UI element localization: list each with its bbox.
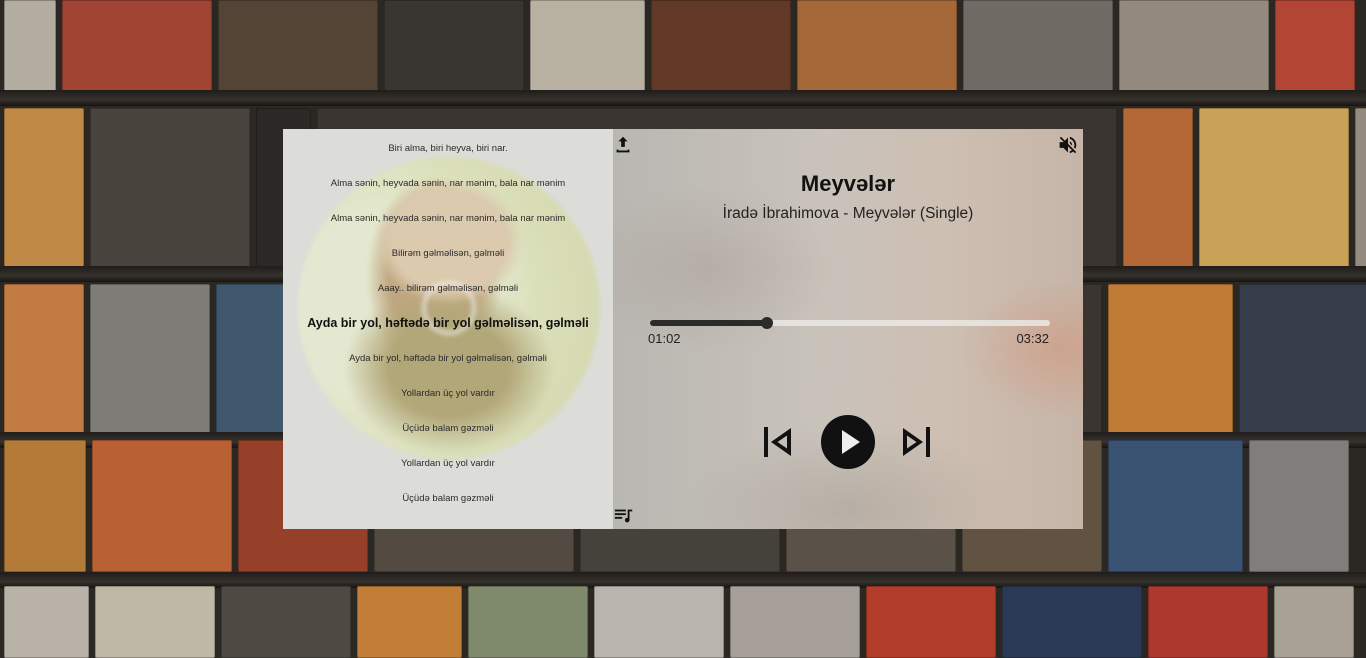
now-playing-panel: Meyvələr İradə İbrahimova - Meyvələr (Si… (613, 129, 1083, 529)
progress-thumb[interactable] (760, 317, 773, 329)
lyrics-panel: Biri alma, biri heyva, biri nar. Alma sə… (283, 129, 613, 529)
skip-previous-icon[interactable] (761, 425, 795, 459)
lyric-line[interactable]: Yollardan üç yol vardır (283, 388, 613, 399)
lyric-line[interactable]: Üçüdə balam gəzməli (283, 423, 613, 434)
playback-controls (613, 415, 1083, 469)
lyric-line[interactable]: Alma sənin, heyvada sənin, nar mənim, ba… (283, 213, 613, 224)
track-artist-album: İradə İbrahimova - Meyvələr (Single) (722, 205, 974, 222)
upload-icon[interactable] (613, 134, 634, 156)
lyric-line[interactable]: Alma sənin, heyvada sənin, nar mənim, ba… (283, 178, 613, 189)
play-icon[interactable] (821, 415, 875, 469)
track-title: Meyvələr (800, 171, 896, 196)
duration-time: 03:32 (1016, 331, 1049, 346)
volume-mute-icon[interactable] (1057, 134, 1079, 156)
lyric-line[interactable]: Bilirəm gəlməlisən, gəlməli (283, 248, 613, 259)
lyric-line[interactable]: Biri alma, biri heyva, biri nar. (283, 143, 613, 154)
skip-next-icon[interactable] (899, 425, 933, 459)
lyrics-list: Biri alma, biri heyva, biri nar. Alma sə… (283, 129, 613, 529)
lyric-line[interactable]: Yollardan üç yol vardır (283, 458, 613, 469)
queue-music-icon[interactable] (613, 505, 635, 527)
current-time: 01:02 (648, 331, 681, 346)
lyric-line[interactable]: Aaay.. bilirəm gəlməlisən, gəlməli (283, 283, 613, 294)
progress-fill (650, 320, 767, 326)
lyric-line[interactable]: Üçüdə balam gəzməli (283, 493, 613, 504)
music-player: Biri alma, biri heyva, biri nar. Alma sə… (283, 129, 1083, 529)
lyric-line-active[interactable]: Ayda bir yol, həftədə bir yol gəlməlisən… (283, 316, 613, 330)
lyric-line[interactable]: Ayda bir yol, həftədə bir yol gəlməlisən… (283, 353, 613, 364)
progress-bar[interactable] (650, 317, 1050, 329)
